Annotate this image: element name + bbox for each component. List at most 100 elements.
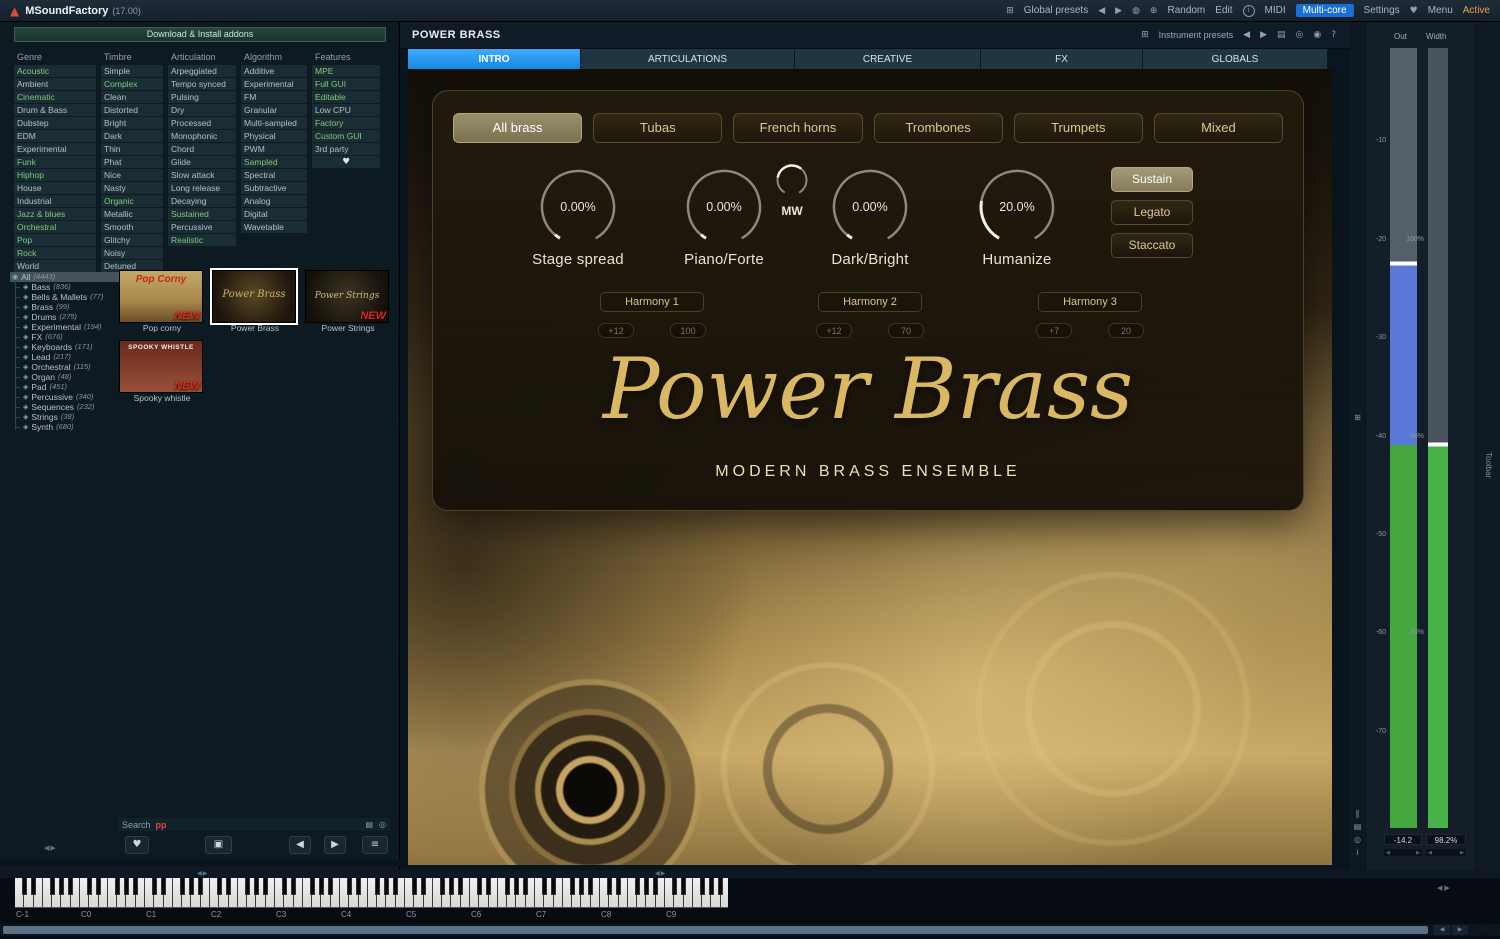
black-key[interactable]	[263, 878, 268, 895]
tag-filter[interactable]: Low CPU	[312, 104, 380, 116]
harmony-interval-value[interactable]: +7	[1036, 323, 1072, 338]
keyboard-octave[interactable]	[210, 878, 275, 908]
black-key[interactable]	[440, 878, 445, 895]
knob[interactable]: 0.00%	[537, 166, 619, 248]
tag-filter[interactable]: Phat	[101, 156, 163, 168]
tag-filter[interactable]: Glitchy	[101, 234, 163, 246]
black-key[interactable]	[681, 878, 686, 895]
black-key[interactable]	[523, 878, 528, 895]
keyboard-octave[interactable]	[535, 878, 600, 908]
width-meter-scrollbar[interactable]: ◀▶	[1426, 849, 1466, 856]
tag-filter[interactable]: Dubstep	[14, 117, 96, 129]
tag-filter[interactable]: Cinematic	[14, 91, 96, 103]
black-key[interactable]	[635, 878, 640, 895]
tree-item-all[interactable]: ◉ All (4443)	[10, 272, 120, 282]
tag-filter[interactable]: Subtractive	[241, 182, 307, 194]
bypass-icon[interactable]: ◎	[1296, 30, 1304, 40]
harmony-interval-value[interactable]: +12	[816, 323, 852, 338]
midi-button[interactable]: MIDI	[1265, 5, 1286, 16]
favorites-button[interactable]: ♥	[125, 836, 149, 854]
keyboard-scroll-thumb[interactable]	[3, 926, 1428, 934]
black-key[interactable]	[486, 878, 491, 895]
scroll-left-button[interactable]: ◀	[1434, 925, 1450, 935]
divider-handle[interactable]: ◀▶	[197, 870, 208, 877]
preset-artwork[interactable]: SPOOKY WHISTLE NEW	[119, 340, 203, 393]
black-key[interactable]	[579, 878, 584, 895]
black-key[interactable]	[347, 878, 352, 895]
keyboard-octave[interactable]	[470, 878, 535, 908]
prev-preset-button[interactable]: ◀	[289, 836, 311, 854]
black-key[interactable]	[700, 878, 705, 895]
tag-filter[interactable]: Monophonic	[168, 130, 236, 142]
tag-filter[interactable]: Experimental	[241, 78, 307, 90]
articulation-button[interactable]: Staccato	[1111, 233, 1193, 258]
resize-grip[interactable]: ∙∙∙	[1478, 925, 1487, 932]
reset-meter-icon[interactable]: ◎	[1352, 834, 1363, 845]
tag-filter[interactable]: 3rd party	[312, 143, 380, 155]
tree-item[interactable]: ◈ Experimental (194)	[10, 322, 120, 332]
keyboard-octave[interactable]	[340, 878, 405, 908]
tag-filter[interactable]: Thin	[101, 143, 163, 155]
harmony-interval-value[interactable]: +12	[598, 323, 634, 338]
keyboard-octave[interactable]	[665, 878, 728, 908]
tag-filter[interactable]: Funk	[14, 156, 96, 168]
tag-filter[interactable]: Spectral	[241, 169, 307, 181]
active-indicator[interactable]: Active	[1463, 5, 1490, 16]
eye-icon[interactable]: ◉	[1313, 30, 1321, 40]
articulation-button[interactable]: Sustain	[1111, 167, 1193, 192]
tag-filter[interactable]: Sustained	[168, 208, 236, 220]
tag-filter[interactable]: Nasty	[101, 182, 163, 194]
black-key[interactable]	[189, 878, 194, 895]
tag-filter[interactable]: Nice	[101, 169, 163, 181]
black-key[interactable]	[616, 878, 621, 895]
list-view-button[interactable]: ≡	[362, 836, 388, 854]
edit-button[interactable]: Edit	[1215, 5, 1232, 16]
black-key[interactable]	[254, 878, 259, 895]
black-key[interactable]	[588, 878, 593, 895]
tag-filter[interactable]: Dark	[101, 130, 163, 142]
tag-filter[interactable]: Processed	[168, 117, 236, 129]
tree-item[interactable]: ◈ Organ (48)	[10, 372, 120, 382]
tree-item[interactable]: ◈ Percussive (340)	[10, 392, 120, 402]
black-key[interactable]	[319, 878, 324, 895]
tag-filter[interactable]: Arpeggiated	[168, 65, 236, 77]
tag-filter[interactable]: Custom GUI	[312, 130, 380, 142]
tree-item[interactable]: ◈ Pad (451)	[10, 382, 120, 392]
download-addons-button[interactable]: Download & Install addons	[14, 27, 386, 42]
harmony-button[interactable]: Harmony 2	[818, 292, 922, 312]
clear-search-icon[interactable]: ◎	[379, 820, 386, 829]
out-meter-scrollbar[interactable]: ◀▶	[1384, 849, 1422, 856]
black-key[interactable]	[180, 878, 185, 895]
black-key[interactable]	[449, 878, 454, 895]
add-icon[interactable]: ⊕	[1150, 6, 1158, 16]
knob[interactable]: 0.00%	[683, 166, 765, 248]
tag-filter[interactable]: Complex	[101, 78, 163, 90]
black-key[interactable]	[87, 878, 92, 895]
tag-filter[interactable]: Metallic	[101, 208, 163, 220]
black-key[interactable]	[412, 878, 417, 895]
keyboard-range-buttons[interactable]: ◀▶	[1437, 884, 1452, 892]
tag-filter[interactable]: Jazz & blues	[14, 208, 96, 220]
black-key[interactable]	[709, 878, 714, 895]
onscreen-keyboard-icon[interactable]: ▤	[365, 820, 373, 829]
preset-next-icon[interactable]: ▶	[1115, 6, 1122, 16]
black-key[interactable]	[607, 878, 612, 895]
tag-filter[interactable]: Pop	[14, 234, 96, 246]
tag-filter[interactable]: EDM	[14, 130, 96, 142]
tag-filter[interactable]: FM	[241, 91, 307, 103]
browser-scrollbar[interactable]	[0, 860, 400, 867]
black-key[interactable]	[31, 878, 36, 895]
black-key[interactable]	[477, 878, 482, 895]
tag-filter[interactable]: PWM	[241, 143, 307, 155]
random-button[interactable]: Random	[1167, 5, 1205, 16]
tag-filter[interactable]: Orchestral	[14, 221, 96, 233]
tag-filter[interactable]: Hiphop	[14, 169, 96, 181]
tag-filter[interactable]: Editable	[312, 91, 380, 103]
next-preset-button[interactable]: ▶	[324, 836, 346, 854]
divider-handle-2[interactable]: ◀▶	[655, 870, 666, 877]
preset-thumbnail[interactable]: Pop Corny NEW Pop corny	[119, 270, 205, 334]
preset-artwork[interactable]: Power Brass	[212, 270, 296, 323]
tree-item[interactable]: ◈ FX (676)	[10, 332, 120, 342]
preset-thumbnail[interactable]: SPOOKY WHISTLE NEW Spooky whistle	[119, 340, 205, 404]
tree-item[interactable]: ◈ Drums (275)	[10, 312, 120, 322]
